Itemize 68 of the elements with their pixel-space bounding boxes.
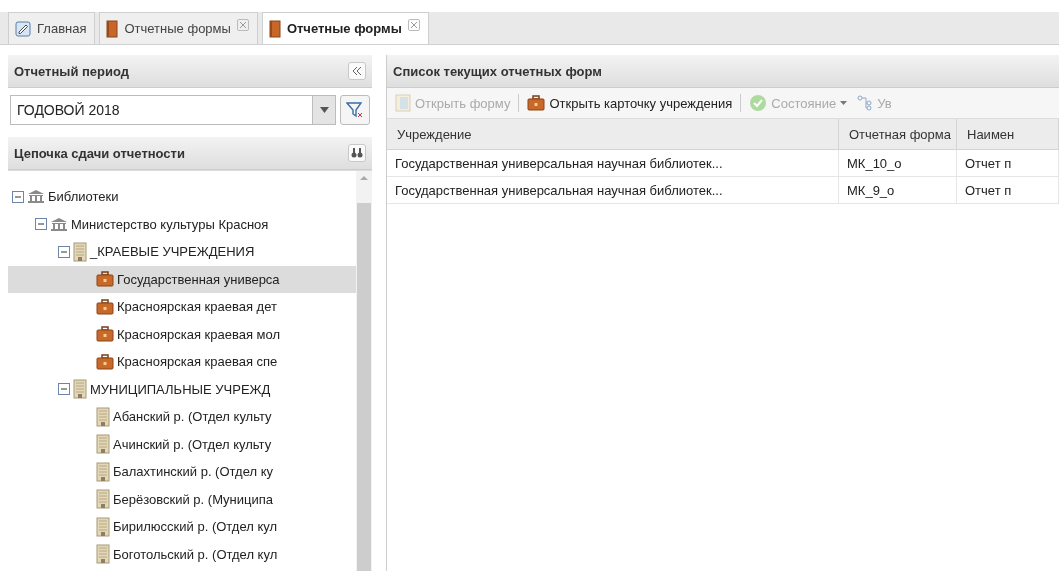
- tree-item[interactable]: _КРАЕВЫЕ УЧРЕЖДЕНИЯ: [8, 238, 356, 266]
- bank-icon: [50, 216, 68, 232]
- scrollbar-thumb[interactable]: [357, 203, 371, 571]
- panel-title: Цепочка сдачи отчетности: [14, 145, 185, 161]
- building-icon: [73, 241, 87, 262]
- column-header[interactable]: Наимен: [957, 119, 1059, 150]
- briefcase-icon: [527, 95, 546, 111]
- building-icon: [96, 489, 110, 510]
- building-icon: [96, 544, 110, 565]
- tree-item[interactable]: Красноярская краевая мол: [8, 320, 356, 348]
- building-icon: [96, 406, 110, 427]
- book-icon: [268, 19, 281, 38]
- table-cell: Отчет п: [957, 150, 1059, 177]
- scrollbar[interactable]: [356, 171, 372, 571]
- close-icon[interactable]: [236, 19, 249, 31]
- close-icon[interactable]: [407, 19, 420, 31]
- collapse-toggle-icon[interactable]: [58, 383, 70, 396]
- tree-item[interactable]: Бирилюсский р. (Отдел кул: [8, 513, 356, 541]
- tab[interactable]: Отчетные формы: [261, 12, 429, 44]
- briefcase-icon: [96, 298, 114, 315]
- tree-item[interactable]: Берёзовский р. (Муниципа: [8, 485, 356, 513]
- building-icon: [73, 379, 87, 400]
- tree-item[interactable]: Абанский р. (Отдел культу: [8, 403, 356, 431]
- binoculars-icon: [351, 148, 363, 158]
- tree-item[interactable]: Библиотеки: [8, 183, 356, 211]
- bank-icon: [27, 189, 45, 205]
- clear-filter-button[interactable]: [340, 95, 370, 125]
- panel-title: Отчетный период: [14, 63, 130, 79]
- table-cell: Отчет п: [957, 177, 1059, 204]
- tree-item[interactable]: Балахтинский р. (Отдел ку: [8, 458, 356, 486]
- collapse-toggle-icon[interactable]: [35, 218, 47, 231]
- briefcase-icon: [96, 326, 114, 343]
- dropdown-button[interactable]: [312, 95, 336, 125]
- tree-item[interactable]: МУНИЦИПАЛЬНЫЕ УЧРЕЖД: [8, 375, 356, 403]
- period-field[interactable]: ГОДОВОЙ 2018: [10, 95, 312, 125]
- column-header[interactable]: Отчетная форма: [839, 119, 957, 150]
- tree-item[interactable]: Государственная универса: [8, 265, 356, 293]
- double-chevron-icon: [352, 67, 362, 75]
- hierarchy-icon: [857, 95, 874, 111]
- building-icon: [96, 516, 110, 537]
- tree-item[interactable]: Красноярская краевая спе: [8, 348, 356, 376]
- search-button[interactable]: [348, 144, 366, 162]
- tree-item[interactable]: Боготольский р. (Отдел кул: [8, 540, 356, 568]
- book-icon: [106, 19, 119, 38]
- briefcase-icon: [96, 271, 114, 288]
- panel-title: Список текущих отчетных форм: [393, 63, 602, 79]
- collapse-toggle-icon[interactable]: [58, 245, 70, 258]
- column-header[interactable]: Учреждение: [387, 119, 839, 150]
- tab[interactable]: Главная: [8, 12, 96, 44]
- table-cell: Государственная универсальная научная библиотек...: [387, 177, 839, 204]
- filter-clear-icon: [346, 102, 364, 118]
- table-cell: МК_9_о: [839, 177, 957, 204]
- table-cell: МК_10_о: [839, 150, 957, 177]
- briefcase-icon: [96, 353, 114, 370]
- tab[interactable]: Отчетные формы: [99, 12, 258, 44]
- table-cell: Государственная универсальная научная библиотек...: [387, 150, 839, 177]
- document-icon: [395, 94, 411, 112]
- tree-item[interactable]: Красноярская краевая дет: [8, 293, 356, 321]
- edit-icon: [15, 20, 31, 37]
- collapse-button[interactable]: [348, 62, 366, 80]
- building-icon: [96, 461, 110, 482]
- building-icon: [96, 434, 110, 455]
- tree-item[interactable]: Ачинский р. (Отдел культу: [8, 430, 356, 458]
- check-icon: [749, 94, 768, 112]
- collapse-toggle-icon[interactable]: [12, 190, 24, 203]
- toolbar-button[interactable]: Открыть карточку учреждения: [525, 93, 735, 113]
- caret-icon: [319, 107, 329, 113]
- tree-item[interactable]: Министерство культуры Красноя: [8, 210, 356, 238]
